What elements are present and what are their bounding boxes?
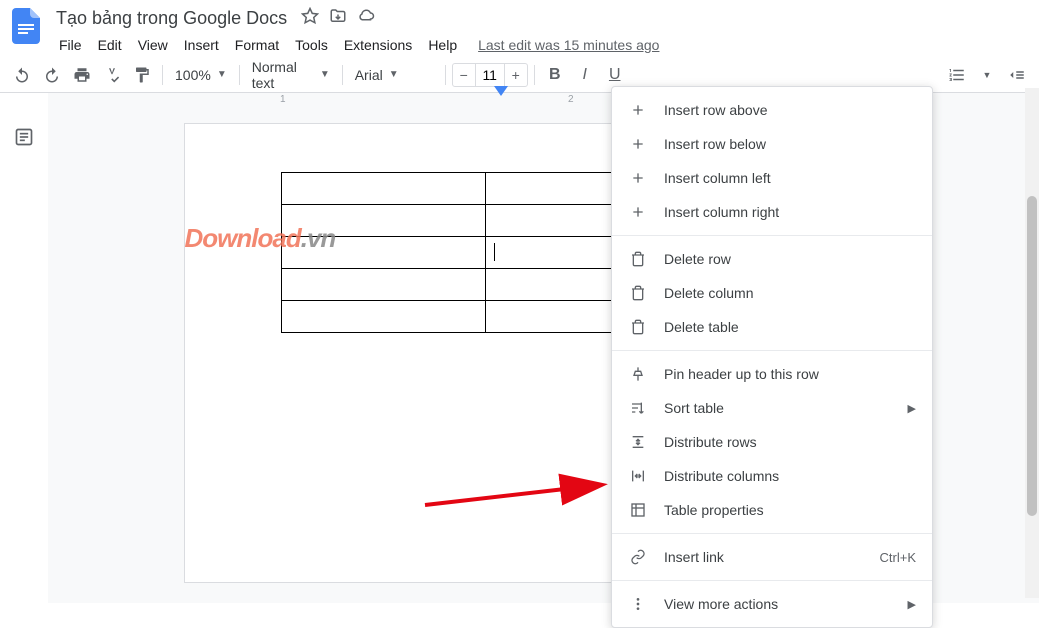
menu-tools[interactable]: Tools [288, 33, 335, 57]
table-cell[interactable] [281, 173, 486, 205]
font-dropdown[interactable]: Arial▼ [349, 61, 439, 89]
plus-icon [628, 202, 648, 222]
plus-icon [628, 100, 648, 120]
menu-edit[interactable]: Edit [91, 33, 129, 57]
more-vert-icon [628, 594, 648, 614]
redo-button[interactable] [38, 61, 66, 89]
font-size-value[interactable]: 11 [475, 64, 505, 86]
ctx-distribute-cols[interactable]: Distribute columns [612, 459, 932, 493]
plus-icon [628, 134, 648, 154]
ctx-pin-header[interactable]: Pin header up to this row [612, 357, 932, 391]
left-panel [0, 93, 48, 603]
style-dropdown[interactable]: Normal text▼ [246, 61, 336, 89]
ctx-insert-col-right[interactable]: Insert column right [612, 195, 932, 229]
move-folder-icon[interactable] [329, 7, 347, 30]
ctx-view-more[interactable]: View more actions ▶ [612, 587, 932, 621]
pin-icon [628, 364, 648, 384]
menu-view[interactable]: View [131, 33, 175, 57]
ctx-delete-column[interactable]: Delete column [612, 276, 932, 310]
ctx-table-properties[interactable]: Table properties [612, 493, 932, 527]
indent-marker[interactable] [494, 86, 508, 98]
docs-logo[interactable] [8, 8, 44, 44]
vertical-scrollbar[interactable] [1025, 88, 1039, 598]
sort-icon [628, 398, 648, 418]
annotation-arrow [420, 455, 620, 515]
spellcheck-button[interactable] [98, 61, 126, 89]
font-size-increase[interactable]: + [505, 64, 527, 86]
ctx-insert-link[interactable]: Insert link Ctrl+K [612, 540, 932, 574]
doc-title[interactable]: Tạo bảng trong Google Docs [52, 6, 291, 31]
menu-bar: File Edit View Insert Format Tools Exten… [52, 33, 1031, 57]
ctx-delete-table[interactable]: Delete table [612, 310, 932, 344]
underline-button[interactable]: U [601, 61, 629, 89]
table-icon [628, 500, 648, 520]
ctx-distribute-rows[interactable]: Distribute rows [612, 425, 932, 459]
table-cell[interactable] [281, 269, 486, 301]
zoom-dropdown[interactable]: 100%▼ [169, 61, 233, 89]
star-icon[interactable] [301, 7, 319, 30]
watermark: Download.vn [185, 223, 336, 254]
indent-decrease-button[interactable] [1003, 61, 1031, 89]
ctx-insert-row-below[interactable]: Insert row below [612, 127, 932, 161]
bold-button[interactable]: B [541, 61, 569, 89]
menu-insert[interactable]: Insert [177, 33, 226, 57]
list-caret[interactable]: ▼ [973, 61, 1001, 89]
outline-icon[interactable] [10, 123, 38, 151]
table-context-menu: Insert row above Insert row below Insert… [611, 86, 933, 628]
chevron-right-icon: ▶ [908, 402, 916, 415]
font-size-decrease[interactable]: − [453, 64, 475, 86]
chevron-right-icon: ▶ [908, 598, 916, 611]
trash-icon [628, 249, 648, 269]
menu-help[interactable]: Help [421, 33, 464, 57]
trash-icon [628, 283, 648, 303]
link-icon [628, 547, 648, 567]
undo-button[interactable] [8, 61, 36, 89]
print-button[interactable] [68, 61, 96, 89]
cloud-status-icon[interactable] [357, 7, 375, 30]
table-cell[interactable] [281, 301, 486, 333]
distribute-rows-icon [628, 432, 648, 452]
distribute-cols-icon [628, 466, 648, 486]
paint-format-button[interactable] [128, 61, 156, 89]
ctx-sort-table[interactable]: Sort table ▶ [612, 391, 932, 425]
ctx-insert-col-left[interactable]: Insert column left [612, 161, 932, 195]
plus-icon [628, 168, 648, 188]
scrollbar-thumb[interactable] [1027, 196, 1037, 516]
italic-button[interactable]: I [571, 61, 599, 89]
menu-extensions[interactable]: Extensions [337, 33, 419, 57]
header: Tạo bảng trong Google Docs File Edit Vie… [0, 0, 1039, 57]
text-cursor [494, 243, 495, 261]
font-size-group: − 11 + [452, 63, 528, 87]
last-edit-link[interactable]: Last edit was 15 minutes ago [478, 37, 659, 53]
menu-file[interactable]: File [52, 33, 89, 57]
ctx-insert-row-above[interactable]: Insert row above [612, 93, 932, 127]
trash-icon [628, 317, 648, 337]
ctx-delete-row[interactable]: Delete row [612, 242, 932, 276]
numbered-list-button[interactable] [943, 61, 971, 89]
menu-format[interactable]: Format [228, 33, 286, 57]
